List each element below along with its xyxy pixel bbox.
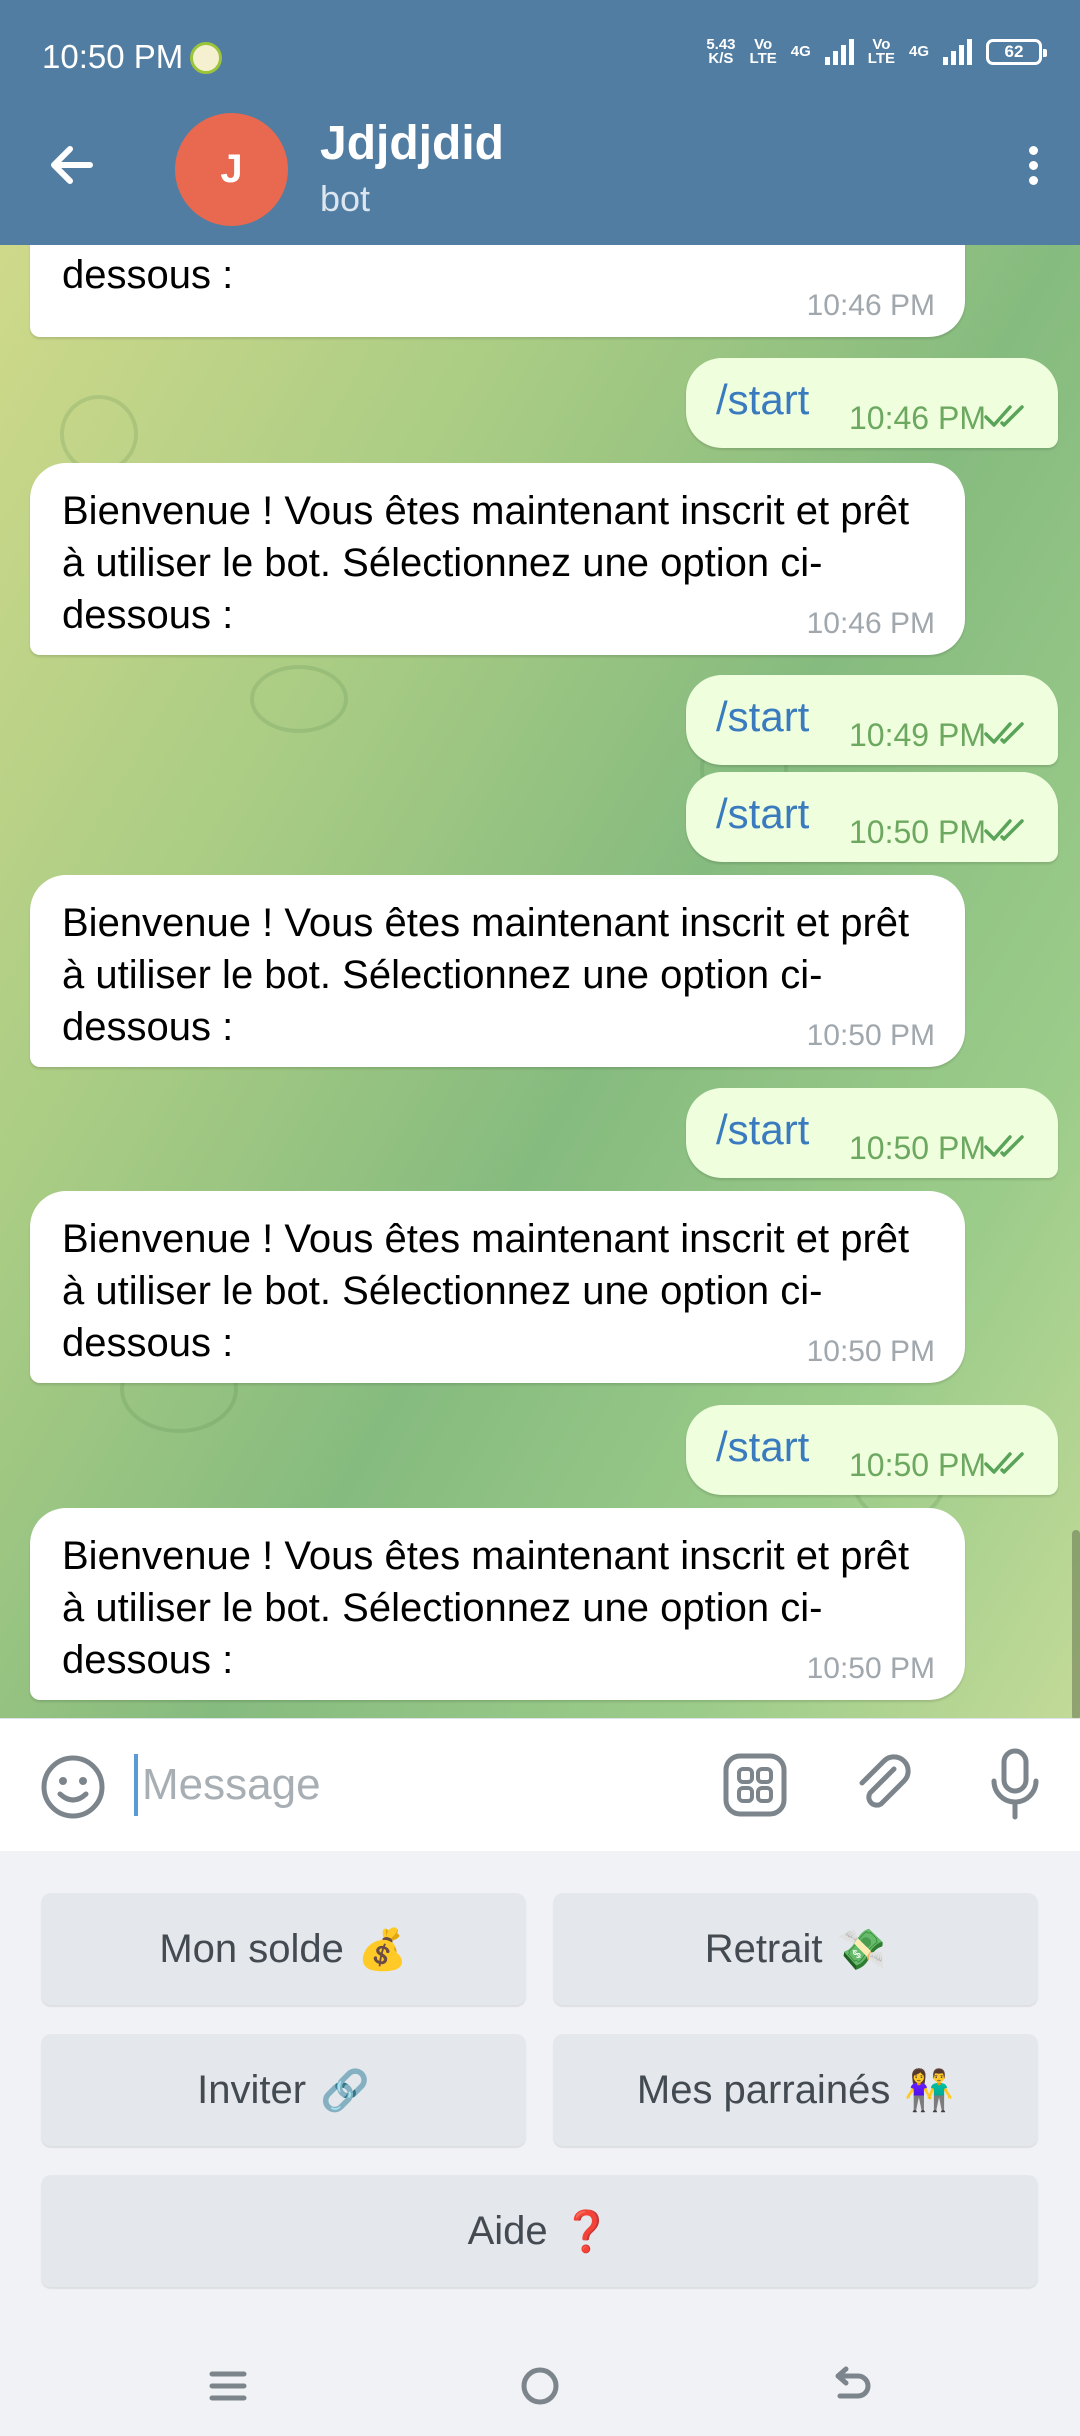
outgoing-message[interactable]: /start 10:46 PM xyxy=(686,358,1058,448)
smile-icon xyxy=(41,1755,105,1819)
status-icons: 5.43 K/S Vo LTE 4G Vo LTE 4G 62 xyxy=(706,37,1047,67)
more-options-button[interactable] xyxy=(1008,140,1058,196)
message-time: 10:49 PM xyxy=(849,717,986,753)
message-text: Bienvenue ! Vous êtes maintenant inscrit… xyxy=(62,901,910,1049)
incoming-message[interactable]: Bienvenue ! Vous êtes maintenant inscrit… xyxy=(30,1191,965,1383)
incoming-message[interactable]: Bienvenue ! Vous êtes maintenant inscrit… xyxy=(30,875,965,1067)
microphone-icon xyxy=(991,1748,1039,1820)
message-text: prêt à utiliser le bot. Sélectionnez une… xyxy=(62,253,234,297)
button-label: Inviter xyxy=(197,2067,307,2112)
double-check-icon xyxy=(984,722,1024,744)
microphone-button[interactable] xyxy=(980,1745,1050,1825)
back-arrow-icon xyxy=(835,2366,871,2399)
message-time: 10:50 PM xyxy=(806,1019,935,1052)
chat-title[interactable]: Jdjdjdid xyxy=(320,116,504,171)
button-label: Aide xyxy=(467,2208,548,2253)
message-text: Bienvenue ! Vous êtes maintenant inscrit… xyxy=(62,1534,910,1682)
message-text: Bienvenue ! Vous êtes maintenant inscrit… xyxy=(62,1217,910,1365)
button-label: Retrait xyxy=(704,1926,823,1971)
double-check-icon xyxy=(984,1452,1024,1474)
incoming-message[interactable]: prêt à utiliser le bot. Sélectionnez une… xyxy=(30,245,965,337)
chat-area[interactable]: prêt à utiliser le bot. Sélectionnez une… xyxy=(0,245,1080,1718)
text-caret xyxy=(134,1754,138,1816)
system-back-button[interactable] xyxy=(822,2356,882,2416)
volte-indicator: Vo LTE xyxy=(749,37,777,67)
button-label: Mon solde xyxy=(159,1926,344,1971)
network-type-2: 4G xyxy=(908,43,929,60)
message-time: 10:50 PM xyxy=(806,1335,935,1368)
emoji-button[interactable] xyxy=(38,1752,108,1822)
my-balance-button[interactable]: Mon solde 💰 xyxy=(41,1893,526,2005)
money-wings-icon: 💸 xyxy=(836,1927,887,1972)
message-time: 10:46 PM xyxy=(806,289,935,322)
net-speed-unit: K/S xyxy=(708,50,734,67)
button-label: Mes parrainés xyxy=(636,2067,891,2112)
battery-icon: 62 xyxy=(986,39,1047,65)
volte-bottom-2: LTE xyxy=(867,50,895,67)
incoming-message[interactable]: Bienvenue ! Vous êtes maintenant inscrit… xyxy=(30,1508,965,1700)
recents-button[interactable] xyxy=(198,2356,258,2416)
message-time: 10:50 PM xyxy=(849,1447,986,1483)
system-nav-bar xyxy=(0,2326,1080,2436)
message-time: 10:50 PM xyxy=(806,1652,935,1685)
home-button[interactable] xyxy=(510,2356,570,2416)
help-button[interactable]: Aide ❓ xyxy=(41,2175,1038,2287)
double-check-icon xyxy=(984,1135,1024,1157)
my-referrals-button[interactable]: Mes parrainés 👫 xyxy=(553,2034,1038,2146)
message-command[interactable]: /start xyxy=(716,693,809,741)
incoming-message[interactable]: Bienvenue ! Vous êtes maintenant inscrit… xyxy=(30,463,965,655)
network-indicator: 4G xyxy=(790,43,811,60)
signal-icon-2 xyxy=(943,39,972,65)
message-command[interactable]: /start xyxy=(716,376,809,424)
invite-button[interactable]: Inviter 🔗 xyxy=(41,2034,526,2146)
double-check-icon xyxy=(984,405,1024,427)
withdraw-button[interactable]: Retrait 💸 xyxy=(553,1893,1038,2005)
bot-keyboard: Mon solde 💰 Retrait 💸 Inviter 🔗 Mes parrain… xyxy=(0,1851,1080,2326)
wallpaper-doodle xyxy=(60,395,138,473)
avatar[interactable]: J xyxy=(175,113,288,226)
signal-icon xyxy=(824,39,854,65)
question-mark-icon: ❓ xyxy=(561,2209,612,2254)
arrow-left-icon xyxy=(51,146,93,184)
message-time: 10:46 PM xyxy=(806,607,935,640)
double-check-icon xyxy=(984,819,1024,841)
message-time: 10:46 PM xyxy=(849,400,986,436)
outgoing-message[interactable]: /start 10:49 PM xyxy=(686,675,1058,765)
message-input-bar xyxy=(0,1718,1080,1851)
volte-bottom: LTE xyxy=(749,50,777,67)
money-bag-icon: 💰 xyxy=(357,1927,408,1972)
network-type: 4G xyxy=(790,43,811,60)
top-bar: 10:50 PM 5.43 K/S Vo LTE 4G Vo LTE 4G 62… xyxy=(0,0,1080,245)
paperclip-icon xyxy=(859,1754,911,1808)
message-text: Bienvenue ! Vous êtes maintenant inscrit… xyxy=(62,489,910,637)
outgoing-message[interactable]: /start 10:50 PM xyxy=(686,1088,1058,1178)
message-command[interactable]: /start xyxy=(716,1423,809,1471)
back-button[interactable] xyxy=(42,135,102,195)
bot-commands-button[interactable] xyxy=(722,1752,788,1818)
message-time: 10:50 PM xyxy=(849,1130,986,1166)
volte-indicator-2: Vo LTE xyxy=(867,37,895,67)
home-circle-icon xyxy=(521,2367,559,2405)
status-time: 10:50 PM xyxy=(42,38,184,75)
bot-commands-icon xyxy=(723,1753,787,1817)
scrollbar[interactable] xyxy=(1072,1530,1080,1718)
network-indicator-2: 4G xyxy=(908,43,929,60)
chat-subtitle: bot xyxy=(320,178,371,219)
more-vertical-icon xyxy=(1008,146,1058,185)
message-time: 10:50 PM xyxy=(849,814,986,850)
message-command[interactable]: /start xyxy=(716,790,809,838)
menu-lines-icon xyxy=(209,2371,247,2401)
couple-icon: 👫 xyxy=(904,2068,955,2113)
net-speed: 5.43 K/S xyxy=(706,37,735,67)
outgoing-message[interactable]: /start 10:50 PM xyxy=(686,772,1058,862)
outgoing-message[interactable]: /start 10:50 PM xyxy=(686,1405,1058,1495)
wallpaper-doodle xyxy=(250,665,348,733)
message-command[interactable]: /start xyxy=(716,1106,809,1154)
attach-button[interactable] xyxy=(850,1751,918,1819)
message-input[interactable] xyxy=(140,1744,684,1826)
link-icon: 🔗 xyxy=(320,2068,370,2113)
notification-icon xyxy=(190,42,222,74)
